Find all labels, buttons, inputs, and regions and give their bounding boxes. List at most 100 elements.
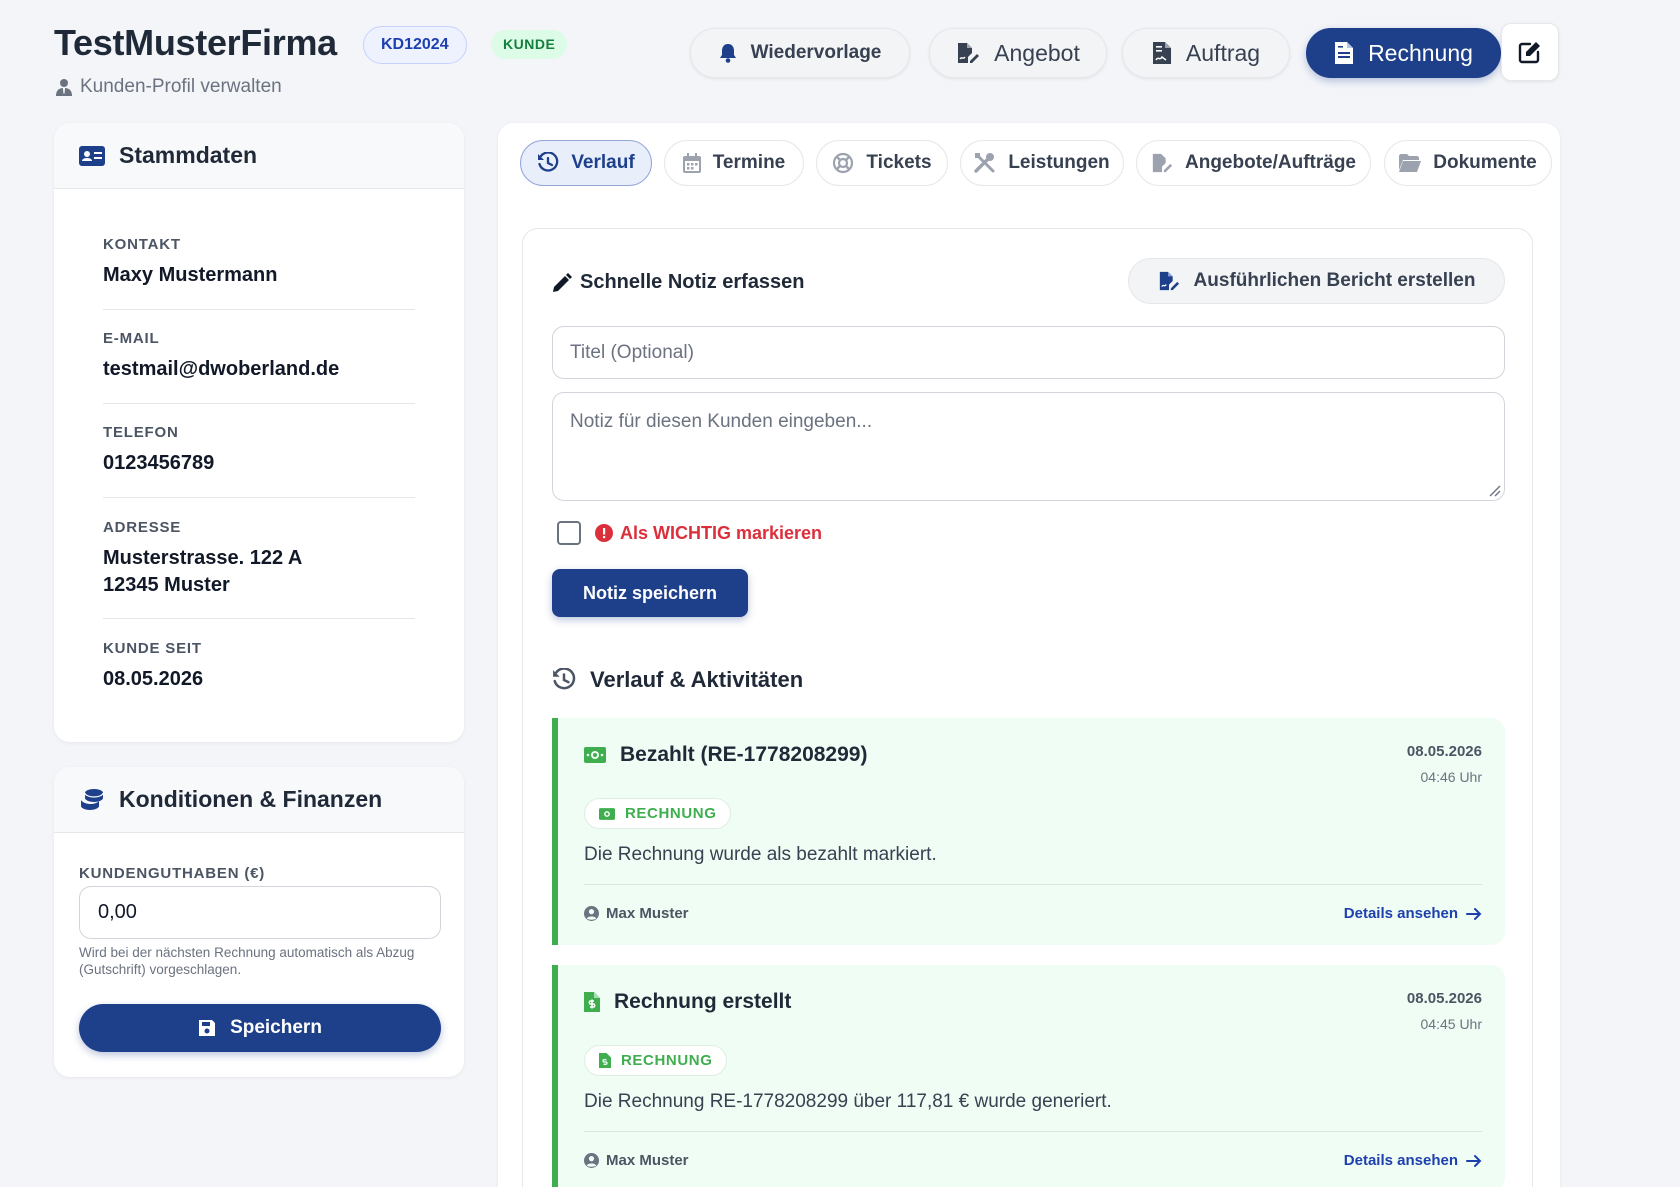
file-invoice-dollar-icon	[599, 1053, 611, 1068]
history-heading: Verlauf & Aktivitäten	[552, 667, 803, 693]
note-and-history-card: Schnelle Notiz erfassen Ausführlichen Be…	[522, 228, 1533, 1187]
address-field: ADRESSE Musterstrasse. 122 A 12345 Muste…	[103, 519, 415, 599]
email-label: E-MAIL	[103, 330, 160, 347]
details-link-label: Details ansehen	[1343, 1152, 1458, 1169]
tab-leistungen[interactable]: Leistungen	[960, 140, 1124, 186]
user-circle-icon	[584, 906, 599, 921]
details-link[interactable]: Details ansehen	[1344, 905, 1482, 922]
file-signature-icon	[1151, 152, 1173, 174]
address-value: Musterstrasse. 122 A 12345 Muster	[103, 545, 415, 599]
field-divider	[103, 403, 415, 404]
arrow-right-icon	[1466, 1154, 1482, 1168]
file-invoice-dollar-icon	[584, 992, 600, 1012]
entry-badge-label: RECHNUNG	[625, 805, 717, 822]
bell-icon	[719, 43, 737, 63]
tab-angebote-auftraege[interactable]: Angebote/Aufträge	[1136, 140, 1371, 186]
contact-field: KONTAKT Maxy Mustermann	[103, 236, 415, 289]
customer-since-label: KUNDE SEIT	[103, 640, 202, 657]
address-line-1: Musterstrasse. 122 A	[103, 547, 303, 569]
entry-author: Max Muster	[584, 1152, 689, 1169]
note-text-input[interactable]	[552, 392, 1505, 501]
history-icon	[552, 668, 576, 692]
tab-termine-label: Termine	[712, 152, 786, 173]
tab-tickets[interactable]: Tickets	[816, 140, 948, 186]
finanzen-save-label: Speichern	[230, 1017, 322, 1038]
customer-id-badge: KD12024	[363, 26, 467, 64]
important-checkbox[interactable]	[557, 521, 581, 545]
customer-since-field: KUNDE SEIT 08.05.2026	[103, 640, 415, 693]
field-divider	[103, 309, 415, 310]
customer-type-badge: KUNDE	[491, 30, 568, 59]
auftrag-button[interactable]: Auftrag	[1122, 28, 1290, 78]
tab-dokumente-label: Dokumente	[1433, 152, 1537, 173]
save-note-button[interactable]: Notiz speichern	[552, 569, 748, 617]
entry-divider	[584, 1131, 1482, 1132]
entry-heading: Bezahlt (RE-1778208299)	[584, 743, 867, 767]
auftrag-label: Auftrag	[1185, 39, 1261, 66]
rechnung-button[interactable]: Rechnung	[1306, 28, 1501, 78]
stammdaten-title: Stammdaten	[119, 142, 258, 168]
wiedervorlage-button[interactable]: Wiedervorlage	[690, 28, 910, 78]
details-link-label: Details ansehen	[1343, 905, 1458, 922]
resize-grip-icon[interactable]	[1487, 483, 1501, 497]
note-title-input[interactable]	[552, 326, 1505, 379]
user-circle-icon	[584, 1153, 599, 1168]
file-contract-icon	[1152, 41, 1172, 65]
edit-customer-button[interactable]	[1501, 23, 1559, 81]
tab-verlauf-label: Verlauf	[571, 152, 635, 173]
file-invoice-icon	[1334, 41, 1354, 65]
exclamation-circle-icon	[595, 524, 613, 542]
money-bill-icon	[584, 747, 606, 763]
finanzen-save-button[interactable]: Speichern	[79, 1004, 441, 1052]
save-icon	[198, 1019, 216, 1037]
tab-termine[interactable]: Termine	[664, 140, 804, 186]
tab-tickets-label: Tickets	[866, 152, 932, 173]
company-name: TestMusterFirma	[54, 22, 337, 63]
entry-date: 08.05.2026	[1406, 743, 1482, 760]
contact-label: KONTAKT	[103, 236, 181, 253]
finanzen-header: Konditionen & Finanzen	[54, 767, 464, 833]
arrow-right-icon	[1466, 907, 1482, 921]
entry-description: Die Rechnung RE-1778208299 über 117,81 €…	[584, 1091, 1112, 1112]
main-panel: Verlauf Termine Tickets Leistungen Angeb…	[498, 123, 1560, 1187]
entry-title: Bezahlt (RE-1778208299)	[620, 743, 868, 766]
guthaben-input[interactable]	[79, 886, 441, 939]
entry-author-name: Max Muster	[606, 905, 689, 922]
rechnung-label: Rechnung	[1368, 39, 1473, 66]
history-entry: Bezahlt (RE-1778208299) 08.05.2026 04:46…	[552, 718, 1505, 945]
details-link[interactable]: Details ansehen	[1344, 1152, 1482, 1169]
phone-label: TELEFON	[103, 424, 179, 441]
quick-note-heading: Schnelle Notiz erfassen	[552, 271, 805, 294]
entry-category-badge: RECHNUNG	[584, 1045, 728, 1076]
entry-date: 08.05.2026	[1406, 990, 1482, 1007]
contact-value: Maxy Mustermann	[103, 264, 278, 286]
finanzen-title: Konditionen & Finanzen	[119, 786, 383, 812]
angebot-label: Angebot	[994, 39, 1080, 66]
tab-dokumente[interactable]: Dokumente	[1384, 140, 1552, 186]
id-card-icon	[79, 145, 105, 166]
customer-since-value: 08.05.2026	[103, 668, 204, 690]
tab-verlauf[interactable]: Verlauf	[520, 140, 652, 186]
angebot-button[interactable]: Angebot	[929, 28, 1107, 78]
edit-icon	[1518, 40, 1542, 64]
create-report-label: Ausführlichen Bericht erstellen	[1193, 270, 1476, 291]
history-title: Verlauf & Aktivitäten	[590, 667, 804, 692]
finanzen-card: Konditionen & Finanzen KUNDENGUTHABEN (€…	[54, 767, 464, 1077]
field-divider	[103, 618, 415, 619]
phone-value: 0123456789	[103, 452, 215, 474]
pencil-icon	[552, 272, 572, 293]
entry-title: Rechnung erstellt	[614, 990, 792, 1013]
address-line-2: 12345 Muster	[103, 574, 230, 596]
user-tie-icon	[56, 78, 72, 96]
email-value: testmail@dwoberland.de	[103, 358, 340, 380]
important-label-wrap[interactable]: Als WICHTIG markieren	[595, 523, 822, 544]
tab-angebote-label: Angebote/Aufträge	[1185, 152, 1356, 173]
file-signature-icon	[1158, 270, 1180, 292]
entry-category-badge: RECHNUNG	[584, 798, 732, 829]
entry-time: 04:45 Uhr	[1420, 1016, 1482, 1032]
guthaben-hint: Wird bei der nächsten Rechnung automatis…	[79, 945, 415, 977]
wiedervorlage-label: Wiedervorlage	[750, 42, 882, 63]
create-report-button[interactable]: Ausführlichen Bericht erstellen	[1128, 258, 1505, 304]
file-signature-icon	[956, 41, 980, 65]
tools-icon	[974, 152, 996, 174]
